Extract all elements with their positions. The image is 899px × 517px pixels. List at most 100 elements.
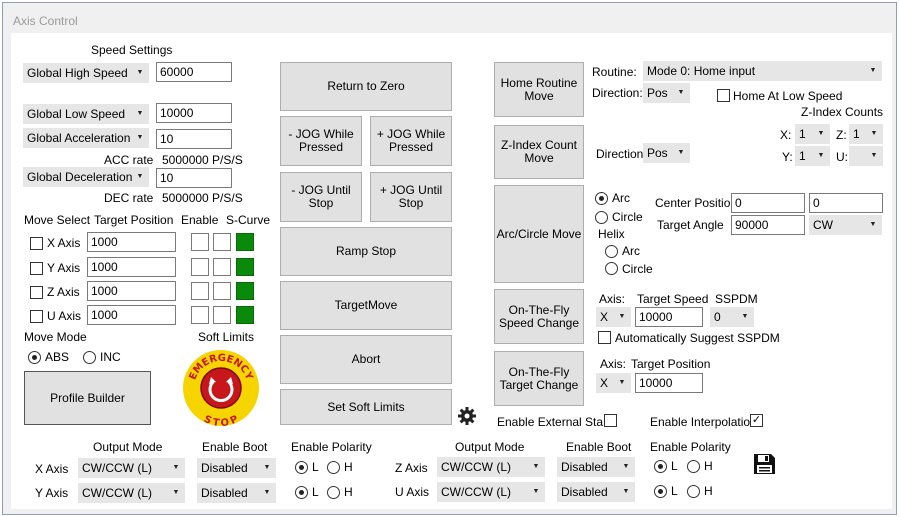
on-the-fly-speed-change-button[interactable]: On-The-Fly Speed Change (494, 289, 584, 344)
home-low-speed-checkbox[interactable] (717, 89, 730, 102)
speed-settings-heading: Speed Settings (91, 43, 173, 57)
jog-plus-while-pressed-button[interactable]: + JOG While Pressed (370, 116, 452, 166)
target-position-x-input[interactable]: 1000 (87, 232, 176, 252)
global-high-speed-input[interactable]: 60000 (156, 62, 232, 82)
interpolation-checkbox[interactable]: ✓ (750, 414, 763, 427)
helix-circle-label: Circle (622, 262, 653, 276)
sspdm-select[interactable]: 0 ▼ (710, 307, 754, 327)
polarity-y-l-radio[interactable] (295, 486, 308, 499)
output-mode-u-select[interactable]: CW/CCW (L) ▼ (437, 482, 545, 502)
helix-circle-radio[interactable] (605, 262, 618, 275)
external-start-checkbox[interactable] (604, 414, 617, 427)
polarity-x-l-radio[interactable] (295, 461, 308, 474)
polarity-u-l-radio[interactable] (654, 485, 667, 498)
polarity-x-h-radio[interactable] (327, 461, 340, 474)
enable-y-toggle-2[interactable] (213, 258, 231, 276)
polarity-y-h-radio[interactable] (327, 486, 340, 499)
z-index-x-select[interactable]: 1 ▼ (795, 124, 830, 144)
enable-y-toggle[interactable] (191, 258, 209, 276)
jog-plus-until-stop-button[interactable]: + JOG Until Stop (370, 172, 452, 222)
home-direction-select[interactable]: Pos ▼ (643, 83, 690, 103)
z-index-counts-label: Z-Index Counts (801, 105, 884, 119)
move-select-u-checkbox[interactable] (30, 310, 43, 323)
arc-direction-select[interactable]: CW ▼ (809, 215, 882, 235)
global-acceleration-select[interactable]: Global Acceleration ▼ (23, 128, 149, 148)
enable-z-toggle-2[interactable] (213, 282, 231, 300)
helix-arc-radio[interactable] (605, 245, 618, 258)
emergency-stop-button[interactable]: EMERGENCY STOP (182, 349, 260, 429)
otf-target-position-input[interactable]: 10000 (635, 373, 703, 393)
target-angle-input[interactable]: 90000 (731, 215, 805, 235)
otf-target-axis-select[interactable]: X ▼ (596, 373, 631, 393)
target-position-z-input[interactable]: 1000 (87, 281, 176, 301)
helix-label: Helix (598, 227, 625, 241)
external-start-label: Enable External Start (497, 415, 611, 429)
arc-radio[interactable] (595, 192, 608, 205)
s-curve-y-toggle[interactable] (236, 258, 254, 276)
output-axis-label: Y Axis (35, 486, 69, 500)
circle-radio[interactable] (595, 211, 608, 224)
enable-u-toggle[interactable] (191, 306, 209, 324)
s-curve-z-toggle[interactable] (236, 282, 254, 300)
enable-u-toggle-2[interactable] (213, 306, 231, 324)
z-index-u-select[interactable]: ▼ (849, 146, 883, 166)
auto-suggest-sspdm-checkbox[interactable] (598, 331, 611, 344)
global-acceleration-input[interactable]: 10 (156, 129, 232, 149)
enable-boot-x-select[interactable]: Disabled ▼ (197, 458, 276, 478)
polarity-l-label: L (671, 459, 678, 473)
return-to-zero-button[interactable]: Return to Zero (280, 62, 452, 111)
profile-builder-button[interactable]: Profile Builder (24, 371, 151, 425)
move-select-z-checkbox[interactable] (30, 286, 43, 299)
z-index-z-select[interactable]: 1 ▼ (849, 124, 883, 144)
inc-radio[interactable] (83, 351, 96, 364)
global-high-speed-select[interactable]: Global High Speed ▼ (23, 63, 149, 83)
enable-z-toggle[interactable] (191, 282, 209, 300)
jog-minus-while-pressed-button[interactable]: - JOG While Pressed (280, 116, 362, 166)
target-position-u-input[interactable]: 1000 (87, 305, 176, 325)
ramp-stop-button[interactable]: Ramp Stop (280, 227, 452, 276)
target-angle-label: Target Angle (657, 218, 724, 232)
z-index-count-move-button[interactable]: Z-Index Count Move (494, 125, 584, 179)
chevron-down-icon: ▼ (870, 130, 878, 137)
z-index-y-select[interactable]: 1 ▼ (795, 146, 830, 166)
enable-boot-y-select[interactable]: Disabled ▼ (197, 483, 276, 503)
otf-speed-axis-select[interactable]: X ▼ (596, 307, 631, 327)
chevron-down-icon: ▼ (136, 110, 144, 117)
output-mode-y-select[interactable]: CW/CCW (L) ▼ (78, 483, 185, 503)
abort-button[interactable]: Abort (280, 335, 452, 384)
target-position-y-input[interactable]: 1000 (87, 257, 176, 277)
move-select-x-checkbox[interactable] (30, 237, 43, 250)
global-deceleration-input[interactable]: 10 (156, 168, 232, 188)
sspdm-label: SSPDM (715, 292, 758, 306)
set-soft-limits-button[interactable]: Set Soft Limits (280, 389, 452, 425)
polarity-z-l-radio[interactable] (654, 460, 667, 473)
gear-icon (458, 407, 476, 425)
target-speed-input[interactable]: 10000 (635, 307, 703, 327)
enable-boot-z-select[interactable]: Disabled ▼ (557, 457, 635, 477)
polarity-u-h-radio[interactable] (687, 485, 700, 498)
home-routine-move-button[interactable]: Home Routine Move (494, 62, 584, 117)
save-button[interactable] (752, 453, 776, 475)
move-select-y-checkbox[interactable] (30, 262, 43, 275)
abs-radio[interactable] (28, 351, 41, 364)
on-the-fly-target-change-button[interactable]: On-The-Fly Target Change (494, 351, 584, 406)
enable-boot-u-select[interactable]: Disabled ▼ (557, 482, 635, 502)
global-low-speed-select[interactable]: Global Low Speed ▼ (23, 104, 149, 124)
enable-x-toggle[interactable] (191, 233, 209, 251)
center-x-input[interactable]: 0 (731, 193, 805, 213)
s-curve-x-toggle[interactable] (236, 233, 254, 251)
output-mode-x-select[interactable]: CW/CCW (L) ▼ (78, 458, 185, 478)
center-y-input[interactable]: 0 (809, 193, 883, 213)
s-curve-u-toggle[interactable] (236, 306, 254, 324)
jog-minus-until-stop-button[interactable]: - JOG Until Stop (280, 172, 362, 222)
polarity-z-h-radio[interactable] (687, 460, 700, 473)
enable-x-toggle-2[interactable] (213, 233, 231, 251)
arc-circle-move-button[interactable]: Arc/Circle Move (494, 185, 584, 283)
settings-button[interactable] (458, 407, 476, 425)
global-low-speed-input[interactable]: 10000 (156, 103, 232, 123)
routine-select[interactable]: Mode 0: Home input ▼ (643, 61, 882, 81)
output-mode-z-select[interactable]: CW/CCW (L) ▼ (437, 457, 545, 477)
z-index-direction-select[interactable]: Pos ▼ (643, 143, 690, 163)
target-move-button[interactable]: TargetMove (280, 281, 452, 330)
global-deceleration-select[interactable]: Global Deceleration ▼ (23, 167, 149, 187)
